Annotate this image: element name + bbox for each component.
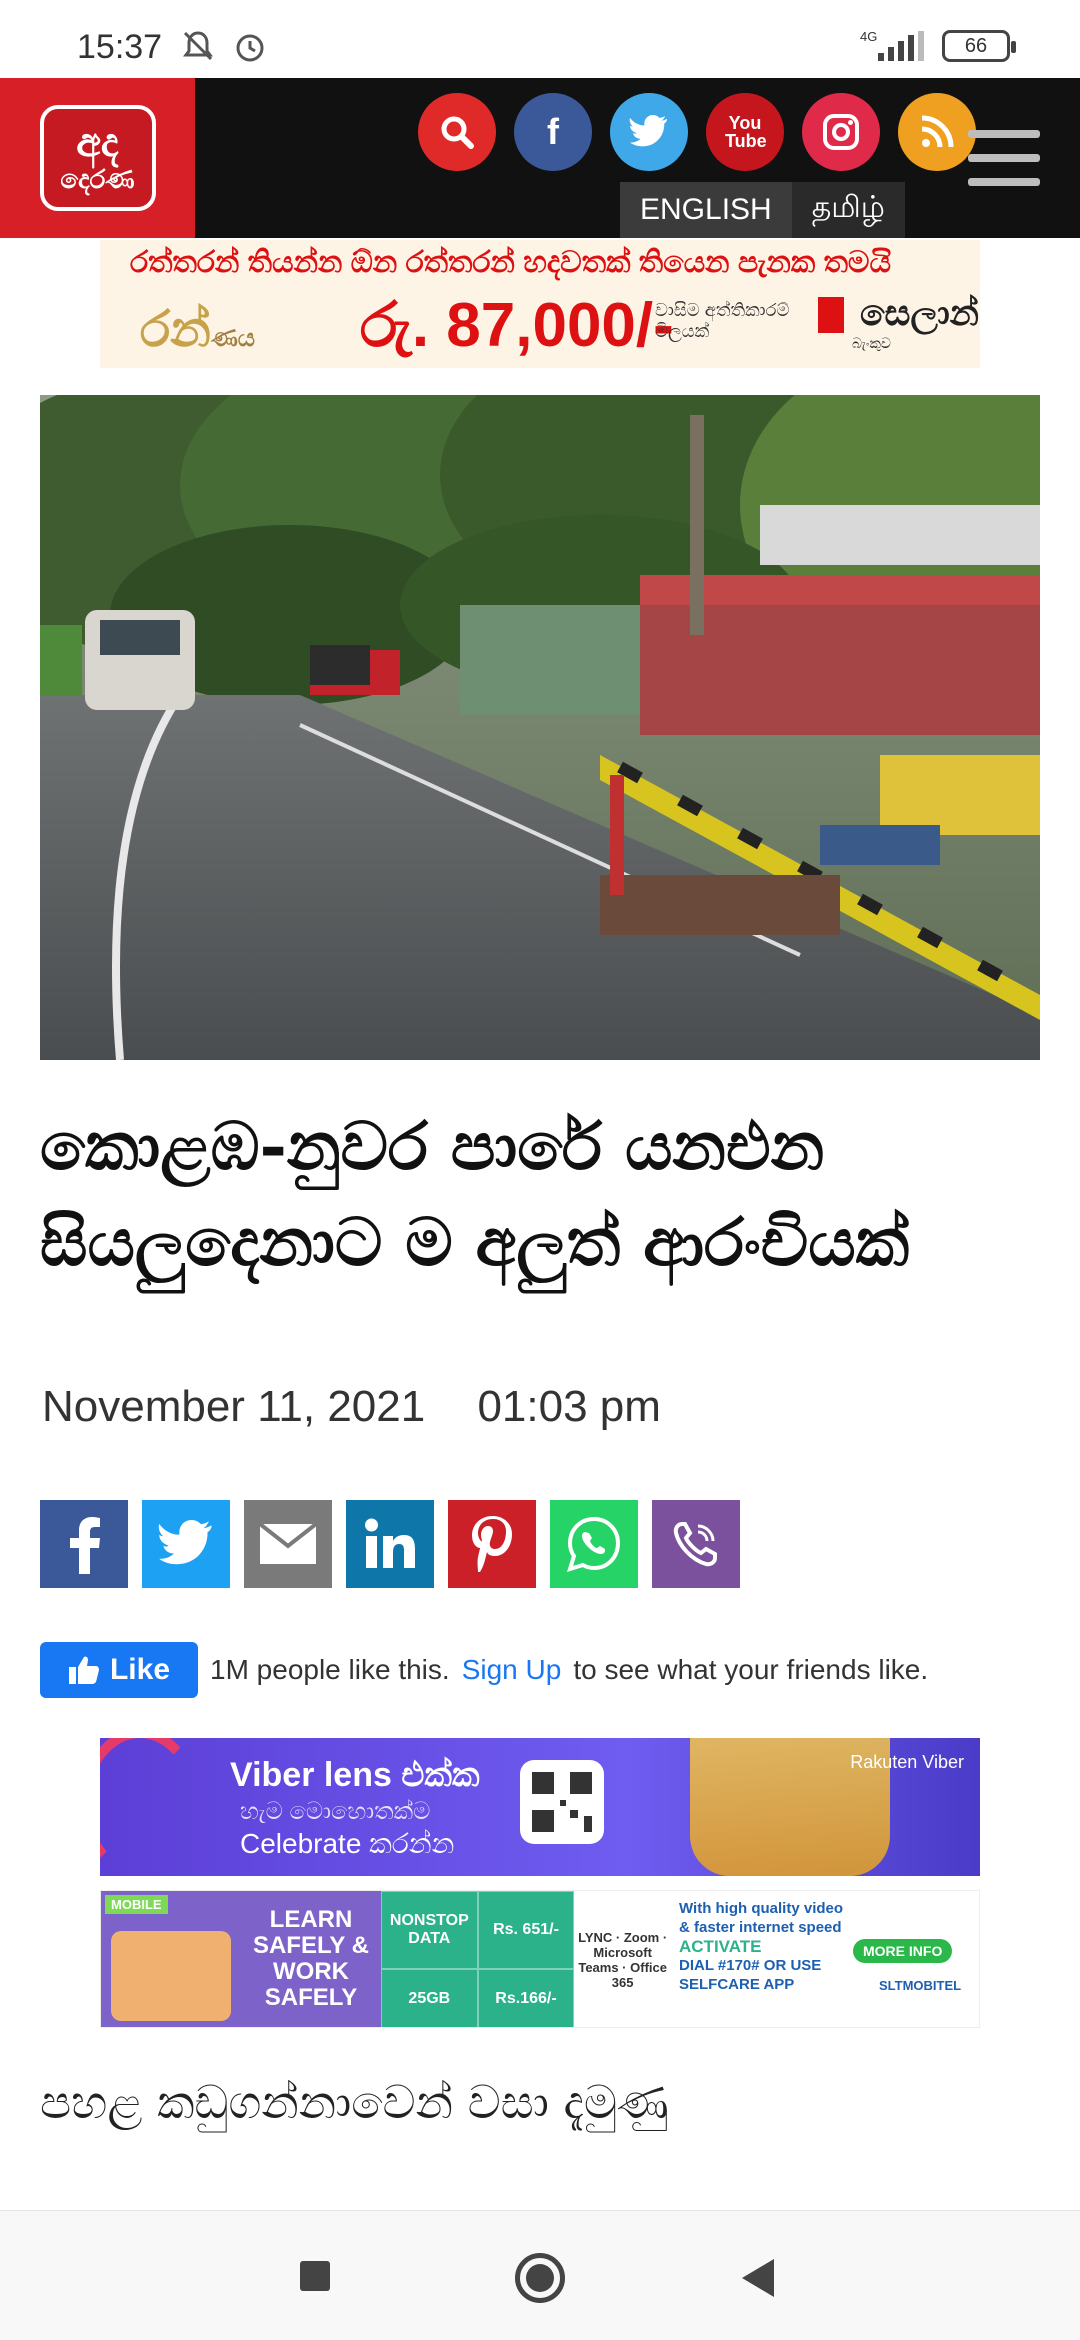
slt-more-info-button[interactable]: MORE INFO	[853, 1939, 953, 1963]
share-viber-button[interactable]	[652, 1500, 740, 1588]
hamburger-menu-icon[interactable]	[968, 130, 1040, 186]
slt-tagline: With high quality video & faster interne…	[679, 1900, 844, 1936]
twitter-icon	[629, 115, 668, 147]
share-facebook-button[interactable]	[40, 1500, 128, 1588]
facebook-icon	[70, 1517, 100, 1574]
youtube-icon: You Tube	[725, 113, 767, 151]
lang-english-button[interactable]: ENGLISH	[620, 182, 792, 238]
logo-text-bottom: දෙරණ	[60, 164, 135, 194]
slt-mobile-tag: MOBILE	[105, 1895, 168, 1914]
twitter-button[interactable]	[610, 93, 688, 171]
sltmobitel-ad-banner[interactable]: MOBILE LEARN SAFELY & WORK SAFELY NONSTO…	[100, 1890, 980, 2028]
rss-icon	[921, 115, 954, 148]
rss-button[interactable]	[898, 93, 976, 171]
home-button[interactable]	[515, 2253, 565, 2303]
slt-apps: LYNC · Zoom · Microsoft Teams · Office 3…	[574, 1891, 671, 2027]
slt-dial-text: DIAL #170# OR USE SELFCARE APP	[679, 1957, 822, 1993]
sign-up-link[interactable]: Sign Up	[462, 1654, 562, 1686]
viber-ad-banner[interactable]: Viber lens එක්ක හැම මොහොතක්ම Celebrate ක…	[100, 1738, 980, 1876]
site-header: අද දෙරණ f You Tube ENGLISH தமிழ்	[0, 78, 1080, 238]
article-hero-image	[40, 395, 1040, 1060]
battery-level: 66	[964, 34, 988, 57]
viber-ad-line2: හැම මොහොතක්ම	[240, 1798, 431, 1825]
site-logo[interactable]: අද දෙරණ	[0, 78, 195, 238]
like-label: Like	[109, 1653, 171, 1686]
top-ad-banner[interactable]: රත්තරන් තියන්න ඕන රත්තරන් හදවතක් තියෙන ප…	[100, 240, 980, 368]
facebook-like-button[interactable]: Like	[40, 1642, 198, 1698]
recent-apps-button[interactable]	[300, 2261, 330, 2291]
instagram-icon	[823, 114, 859, 150]
slt-price-1: Rs. 651/-	[477, 1891, 575, 1969]
youtube-button[interactable]: You Tube	[706, 93, 784, 171]
mute-notifications-icon	[183, 31, 213, 61]
battery-icon: 66	[942, 30, 1016, 62]
ad-logo: රන්ණය	[140, 301, 256, 357]
viber-ad-brand: Rakuten Viber	[850, 1752, 964, 1772]
viber-ad-line3: Celebrate කරන්න	[240, 1828, 455, 1859]
viber-icon	[673, 1522, 717, 1567]
slt-nonstop-data: NONSTOP DATA	[381, 1891, 478, 1969]
like-suffix-text: to see what your friends like.	[573, 1654, 929, 1685]
language-switcher: ENGLISH தமிழ்	[620, 182, 905, 238]
qr-code-icon	[520, 1760, 604, 1844]
pinterest-icon	[472, 1516, 512, 1572]
instagram-button[interactable]	[802, 93, 880, 171]
facebook-button[interactable]: f	[514, 93, 592, 171]
viber-ad-line1: Viber lens එක්ක	[230, 1756, 480, 1794]
facebook-icon: f	[547, 111, 559, 152]
search-icon	[441, 116, 474, 149]
like-count-text: 1M people like this.	[210, 1654, 450, 1685]
article-body: පහළ කඩුගන්නාවෙන් වසා දැමුණු	[40, 2060, 1040, 2144]
share-buttons	[40, 1500, 740, 1588]
ad-price: රු. 87,000/-	[360, 291, 674, 360]
thumbs-up-icon	[68, 1656, 99, 1684]
logo-text-top: අද	[76, 121, 119, 165]
status-time: 15:37	[77, 28, 163, 66]
signal-icon: 4G	[860, 29, 924, 61]
article-title: කොළඹ-නුවර පාරේ යනඑන සියලුදෙනාට ම අලුත් ආ…	[40, 1107, 910, 1281]
email-icon	[258, 1522, 318, 1564]
article-time: 01:03 pm	[477, 1382, 661, 1431]
article-paragraph: පහළ කඩුගන්නාවෙන් වසා දැමුණු	[40, 2075, 669, 2129]
article-date: November 11, 2021	[42, 1382, 426, 1431]
linkedin-icon	[365, 1518, 415, 1568]
ad-brand: සෙලාන් බැංකුව	[818, 292, 979, 352]
share-twitter-button[interactable]	[142, 1500, 230, 1588]
status-bar: 15:37 4G 66	[0, 0, 1080, 78]
ad-headline: රත්තරන් තියන්න ඕන රත්තරන් හදවතක් තියෙන ප…	[130, 246, 892, 279]
slt-data-size: 25GB	[381, 1969, 478, 2027]
search-button[interactable]	[418, 93, 496, 171]
slt-price-2: Rs.166/-	[477, 1969, 575, 2027]
share-whatsapp-button[interactable]	[550, 1500, 638, 1588]
slt-illustration	[111, 1931, 231, 2021]
share-linkedin-button[interactable]	[346, 1500, 434, 1588]
network-type: 4G	[860, 29, 878, 44]
lang-tamil-button[interactable]: தமிழ்	[791, 182, 905, 238]
system-nav-bar	[0, 2210, 1080, 2340]
share-email-button[interactable]	[244, 1500, 332, 1588]
whatsapp-icon	[566, 1516, 621, 1573]
ad-subtext: වාසිම අත්තිකාරම් මිලයක්	[655, 300, 790, 341]
alarm-icon	[236, 34, 264, 62]
slt-brand: SLTMOBITEL	[879, 1978, 962, 1993]
slt-learn-text: LEARN SAFELY & WORK SAFELY	[252, 1906, 370, 2011]
twitter-icon	[158, 1520, 212, 1565]
back-button[interactable]	[742, 2259, 774, 2297]
facebook-like-widget: Like 1M people like this. Sign Up to see…	[40, 1642, 928, 1698]
social-links: f You Tube	[418, 93, 976, 171]
article-datetime: November 11, 2021 01:03 pm	[42, 1382, 701, 1432]
share-pinterest-button[interactable]	[448, 1500, 536, 1588]
